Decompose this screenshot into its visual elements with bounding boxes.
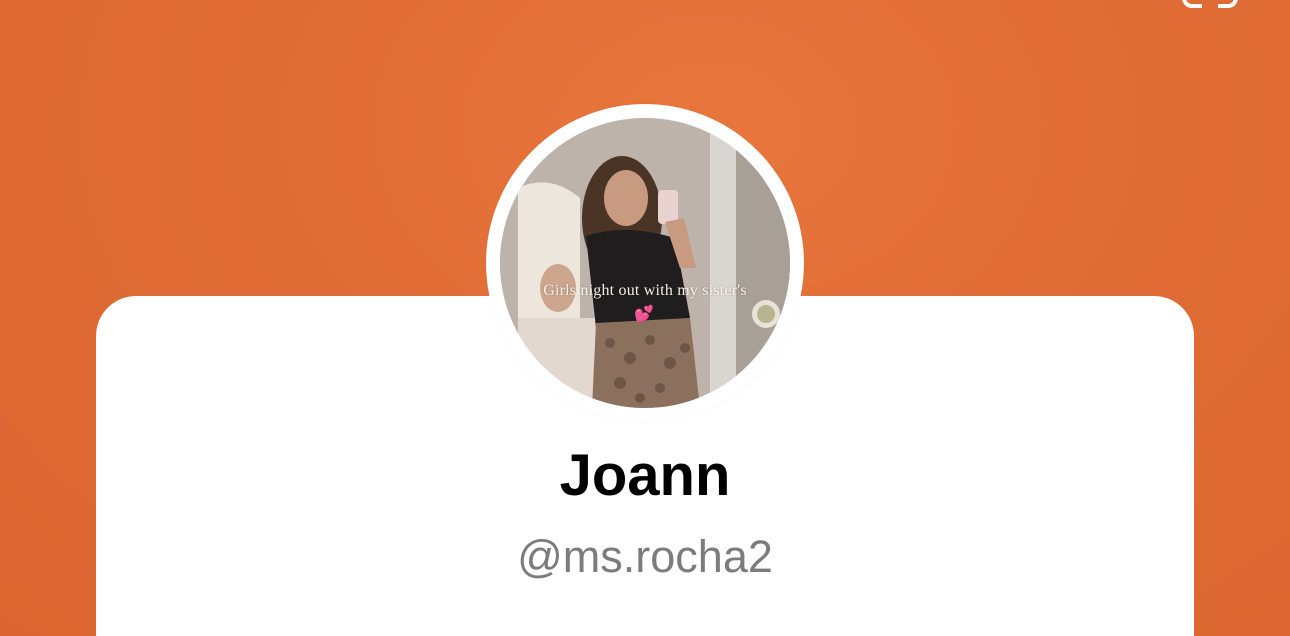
heart-emoji: 💕 <box>634 304 654 323</box>
profile-display-name: Joann <box>559 443 731 508</box>
avatar-caption: Girls night out with my sister's <box>543 282 747 299</box>
avatar-ring: Girls night out with my sister's 💕 <box>486 104 804 422</box>
avatar[interactable]: Girls night out with my sister's 💕 <box>500 118 790 408</box>
profile-page: Girls night out with my sister's 💕 Joann… <box>0 0 1290 636</box>
top-right-icon[interactable] <box>1182 0 1238 8</box>
avatar-photo <box>500 118 790 408</box>
profile-handle: @ms.rocha2 <box>517 531 773 582</box>
